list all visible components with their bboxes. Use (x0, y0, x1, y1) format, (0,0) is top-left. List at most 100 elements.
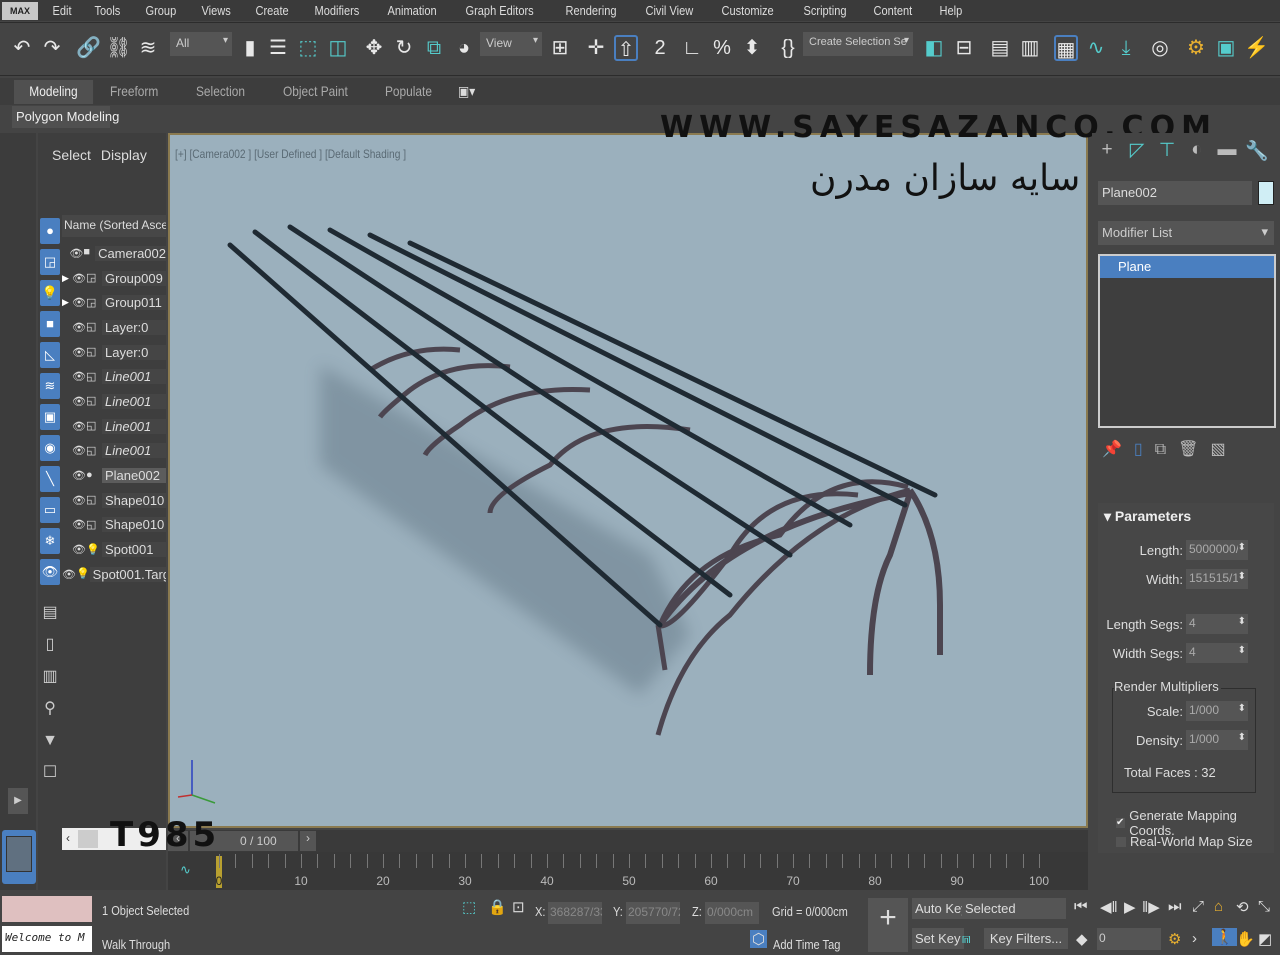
key-tangent-icon[interactable]: ⩎ (962, 930, 970, 947)
scene-object-row[interactable]: 👁 ◱ Layer:0 (62, 340, 166, 365)
width-segs-spinner[interactable]: 4 (1186, 643, 1248, 663)
scene-object-row[interactable]: 👁 ◱ Layer:0 (62, 315, 166, 340)
time-slider[interactable]: ‹ 0 / 100 › (168, 830, 1088, 852)
scene-object-row[interactable]: 👁💡Spot001.Target (62, 562, 166, 587)
scroll-left-icon[interactable]: ‹ (66, 831, 70, 845)
display-all-icon[interactable]: ▤ (38, 597, 62, 629)
placement-icon[interactable]: ◕ (452, 35, 476, 61)
visibility-eye-icon[interactable]: 👁 (62, 568, 76, 581)
walk-through-icon[interactable]: 🚶 (1212, 928, 1237, 946)
width-spinner[interactable]: 151515/15 (1186, 569, 1248, 589)
hierarchy-tab-icon[interactable]: ⊤ (1154, 139, 1180, 165)
menu-customize[interactable]: Customize (713, 3, 782, 18)
track-bar[interactable]: ∿ 10 20 30 40 50 60 70 80 90 100 0 (168, 852, 1088, 890)
length-spinner[interactable]: 5000000/0 (1186, 540, 1248, 560)
go-to-end-icon[interactable]: ⏭ (1168, 898, 1182, 915)
menu-edit[interactable]: Edit (44, 3, 80, 18)
keyboard-shortcut-override-icon[interactable]: ⇧ (614, 35, 638, 61)
display-frozen-icon[interactable]: 👁 (40, 559, 60, 585)
edit-named-selection-icon[interactable]: {} (776, 35, 800, 61)
isolate-selection-icon[interactable]: ⬚ (462, 898, 476, 916)
display-spacewarps-icon[interactable]: ≋ (40, 373, 60, 399)
pan-camera-icon[interactable]: ✋ (1236, 930, 1255, 948)
z-coordinate-field[interactable]: 0/000cm (705, 902, 759, 924)
menu-rendering[interactable]: Rendering (557, 3, 625, 18)
viewport-layout-tab[interactable] (2, 830, 36, 884)
tab-freeform[interactable]: Freeform (110, 80, 158, 104)
curve-editor-icon[interactable]: ∿ (1084, 35, 1108, 61)
reference-coord-dropdown[interactable]: View (480, 32, 542, 56)
maximize-viewport-icon[interactable]: ◩ (1258, 930, 1272, 948)
menu-scripting[interactable]: Scripting (795, 3, 855, 18)
stack-item-plane[interactable]: Plane (1100, 256, 1274, 278)
scene-object-row[interactable]: 👁 ◱ Shape010 (62, 513, 166, 538)
modifier-list-dropdown[interactable]: Modifier List (1098, 221, 1274, 245)
length-segs-spinner[interactable]: 4 (1186, 614, 1248, 634)
scene-object-row[interactable]: 👁 ◱ Line001 (62, 414, 166, 439)
display-invert-icon[interactable]: ▥ (38, 661, 62, 693)
display-bones-icon[interactable]: ╲ (40, 466, 60, 492)
tab-populate[interactable]: Populate (385, 80, 432, 104)
visibility-eye-icon[interactable]: 👁 (69, 247, 83, 260)
move-icon[interactable]: ✥ (362, 35, 386, 61)
display-shapes-icon[interactable]: ◲ (40, 249, 60, 275)
redo-icon[interactable]: ↷ (40, 35, 64, 61)
mirror-icon[interactable]: ◧ (922, 35, 946, 61)
bind-space-warp-icon[interactable]: ≋ (136, 35, 160, 61)
time-tag-icon[interactable]: ⬡ (750, 930, 768, 948)
set-keys-button[interactable]: + (868, 898, 908, 952)
motion-tab-icon[interactable]: ◐ (1184, 139, 1210, 165)
scene-object-row[interactable]: 👁 ◱ Shape010 (62, 488, 166, 513)
select-manipulate-icon[interactable]: ✛ (584, 35, 608, 61)
percent-snap-icon[interactable]: % (710, 35, 734, 61)
render-production-icon[interactable]: ⚡ (1244, 35, 1269, 61)
link-icon[interactable]: 🔗 (76, 35, 101, 61)
visibility-eye-icon[interactable]: 👁 (72, 543, 86, 556)
visibility-eye-icon[interactable]: 👁 (72, 494, 86, 507)
utilities-tab-icon[interactable]: 🔧 (1244, 139, 1270, 165)
snaps-toggle-icon[interactable]: 2 (648, 35, 672, 61)
maxscript-listener-input[interactable]: Welcome to M (2, 926, 92, 952)
layer-explorer-icon[interactable]: ▤ (988, 35, 1012, 61)
display-xrefs-icon[interactable]: ◉ (40, 435, 60, 461)
density-spinner[interactable]: 1/000 (1186, 730, 1248, 750)
go-to-start-icon[interactable]: ⏮ (1074, 898, 1088, 915)
display-groups-icon[interactable]: ▣ (40, 404, 60, 430)
material-editor-icon[interactable]: ◎ (1148, 35, 1172, 61)
menu-create[interactable]: Create (247, 3, 297, 18)
time-configuration-icon[interactable]: ⚙ (1168, 930, 1181, 948)
rollout-title[interactable]: ▾ Parameters (1104, 508, 1191, 525)
scene-object-row[interactable]: 👁 ● Plane002 (62, 463, 166, 488)
selection-filter-dropdown[interactable]: All (170, 32, 232, 56)
named-selection-dropdown[interactable]: Create Selection Se (803, 32, 913, 56)
find-icon[interactable]: ☐ (38, 757, 62, 789)
window-crossing-icon[interactable]: ◫ (326, 35, 350, 61)
toggle-ribbon-icon[interactable]: ▥ (1018, 35, 1042, 61)
y-coordinate-field[interactable]: 205770/72 (626, 902, 680, 924)
menu-civil-view[interactable]: Civil View (637, 3, 702, 18)
orbit-icon[interactable]: ⌂ (1214, 898, 1223, 915)
display-containers-icon[interactable]: ▭ (40, 497, 60, 523)
show-end-result-icon[interactable]: ▯ (1134, 441, 1155, 458)
scene-object-row[interactable]: ▶ 👁 ◲ Group011 (62, 290, 166, 315)
undo-icon[interactable]: ↶ (10, 35, 34, 61)
next-frame-icon[interactable]: ‖▶ (1142, 898, 1160, 916)
visibility-eye-icon[interactable]: 👁 (72, 420, 86, 433)
menu-group[interactable]: Group (137, 3, 185, 18)
app-logo[interactable]: MAX (2, 1, 38, 20)
modify-tab-icon[interactable]: ◸ (1124, 139, 1150, 165)
set-key-button[interactable]: Set Key (912, 928, 964, 949)
visibility-eye-icon[interactable]: 👁 (72, 444, 86, 457)
display-geometry-icon[interactable]: ● (40, 218, 60, 244)
configure-modifier-sets-icon[interactable]: ▧ (1210, 441, 1237, 458)
pivot-center-icon[interactable]: ⊞ (548, 35, 572, 61)
mini-curve-editor-icon[interactable]: ∿ (180, 862, 191, 878)
select-by-name-icon[interactable]: ☰ (266, 35, 290, 61)
visibility-eye-icon[interactable]: 👁 (72, 370, 86, 383)
absolute-mode-icon[interactable]: ⊡ (512, 898, 525, 916)
scene-object-row[interactable]: 👁 ■ Camera002 (62, 241, 166, 266)
orbit-subobject-icon[interactable]: ⟲ (1236, 898, 1249, 916)
scene-object-row[interactable]: 👁 ◱ Line001 (62, 364, 166, 389)
time-next-icon[interactable]: › (300, 831, 316, 851)
object-name-field[interactable]: Plane002 (1098, 181, 1252, 205)
